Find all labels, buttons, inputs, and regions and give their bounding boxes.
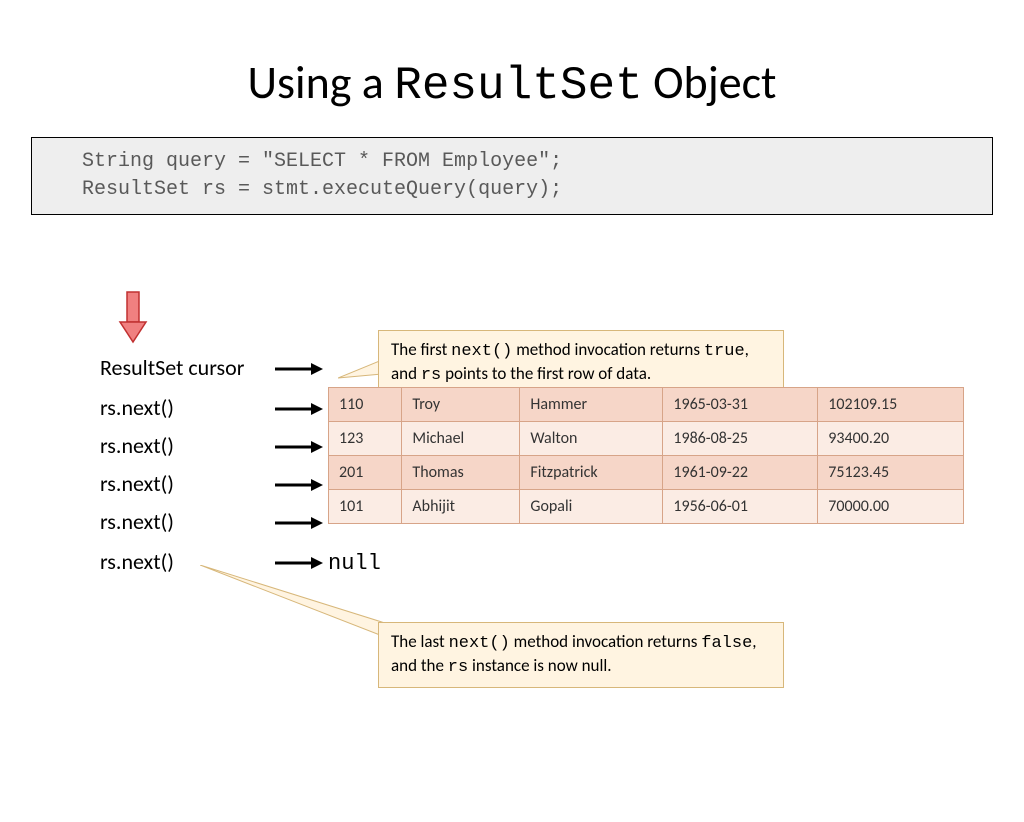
cell: 102109.15: [818, 388, 964, 422]
callout-mono: next(): [449, 634, 510, 653]
callout-mono: false: [701, 634, 752, 653]
cell: 1965-03-31: [663, 388, 818, 422]
cell: 93400.20: [818, 422, 964, 456]
cell: Fitzpatrick: [520, 456, 663, 490]
arrow-icon: [275, 401, 323, 417]
arrow-icon: [275, 361, 323, 377]
callout-last-next: The last next() method invocation return…: [378, 622, 784, 688]
down-arrow-icon: [118, 290, 148, 345]
title-pre: Using a: [248, 55, 395, 111]
rs-next-2: rs.next(): [100, 432, 174, 459]
cell: Thomas: [402, 456, 520, 490]
cursor-label: ResultSet cursor: [100, 354, 244, 381]
cell: Hammer: [520, 388, 663, 422]
cell: 75123.45: [818, 456, 964, 490]
slide-title: Using a ResultSet Object: [0, 55, 1024, 112]
arrow-icon: [275, 439, 323, 455]
cell: 1956-06-01: [663, 490, 818, 524]
callout-mono: true: [704, 342, 745, 361]
cell: 1961-09-22: [663, 456, 818, 490]
table-row: 123 Michael Walton 1986-08-25 93400.20: [329, 422, 964, 456]
cell: Gopali: [520, 490, 663, 524]
callout-text: The last: [391, 631, 449, 652]
callout-text: points to the first row of data.: [441, 363, 651, 384]
cell: 123: [329, 422, 402, 456]
cell: 101: [329, 490, 402, 524]
title-mono: ResultSet: [394, 60, 642, 112]
rs-next-1: rs.next(): [100, 394, 174, 421]
callout-mono: next(): [451, 342, 512, 361]
cell: Michael: [402, 422, 520, 456]
employee-table: 110 Troy Hammer 1965-03-31 102109.15 123…: [328, 387, 964, 524]
callout-text: instance is now null.: [468, 655, 611, 676]
table-row: 110 Troy Hammer 1965-03-31 102109.15: [329, 388, 964, 422]
cell: 201: [329, 456, 402, 490]
title-post: Object: [643, 55, 777, 111]
code-line-2: ResultSet rs = stmt.executeQuery(query);: [82, 176, 942, 204]
cell: Abhijit: [402, 490, 520, 524]
callout-mono: rs: [421, 366, 441, 385]
rs-next-3: rs.next(): [100, 470, 174, 497]
cell: 1986-08-25: [663, 422, 818, 456]
cell: 110: [329, 388, 402, 422]
code-block: String query = "SELECT * FROM Employee";…: [31, 137, 993, 215]
callout-mono: rs: [448, 658, 468, 677]
callout-tail-icon: [200, 565, 385, 645]
rs-next-5: rs.next(): [100, 548, 174, 575]
arrow-icon: [275, 477, 323, 493]
callout-text: method invocation returns: [510, 631, 701, 652]
rs-next-4: rs.next(): [100, 508, 174, 535]
arrow-icon: [275, 515, 323, 531]
callout-text: The first: [391, 339, 451, 360]
table-row: 201 Thomas Fitzpatrick 1961-09-22 75123.…: [329, 456, 964, 490]
table-row: 101 Abhijit Gopali 1956-06-01 70000.00: [329, 490, 964, 524]
cell: 70000.00: [818, 490, 964, 524]
callout-text: method invocation returns: [512, 339, 703, 360]
code-line-1: String query = "SELECT * FROM Employee";: [82, 148, 942, 176]
cell: Troy: [402, 388, 520, 422]
cell: Walton: [520, 422, 663, 456]
